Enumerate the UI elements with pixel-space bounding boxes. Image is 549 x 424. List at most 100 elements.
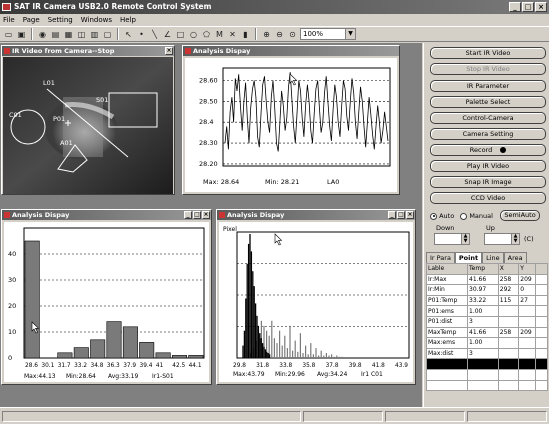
minimize-icon[interactable]: _	[388, 211, 396, 219]
zoom-in-icon[interactable]: ⊕	[261, 29, 272, 40]
spinner-arrows-icon[interactable]: ▲ ▼	[461, 234, 469, 244]
tab-line[interactable]: Line	[482, 252, 504, 263]
col-y[interactable]: Y	[518, 263, 536, 275]
record-button[interactable]: Record	[430, 144, 546, 156]
delete-tool-icon[interactable]: ✕	[227, 29, 238, 40]
snap-ir-image-button[interactable]: Snap IR Image	[430, 176, 546, 188]
menu-setting[interactable]: Setting	[48, 14, 73, 26]
snap-icon[interactable]: ◫	[76, 29, 87, 40]
camera-setting-button[interactable]: Camera Setting	[430, 128, 546, 140]
save-icon[interactable]: ▣	[16, 29, 27, 40]
histogram-bar	[24, 240, 40, 359]
table-row[interactable]	[425, 368, 549, 381]
up-spinner[interactable]: ▲ ▼	[484, 233, 520, 245]
down-spinner[interactable]: ▲ ▼	[434, 233, 470, 245]
ir-video-title-bar[interactable]: IR Video from Camera--Stop ×	[2, 46, 174, 56]
table-cell: 41.66	[467, 273, 499, 286]
rectangle-tool-icon[interactable]: □	[175, 29, 186, 40]
menu-help[interactable]: Help	[120, 14, 136, 26]
x-tick-label: 39.8	[349, 363, 362, 369]
minimize-button[interactable]: _	[509, 2, 521, 12]
tab-point[interactable]: Point	[454, 252, 483, 263]
spinner-arrows-icon[interactable]: ▲ ▼	[511, 234, 519, 244]
polygon-tool-icon[interactable]: ⬠	[201, 29, 212, 40]
table-cell: 30.97	[467, 284, 499, 296]
table-cell	[518, 305, 536, 317]
table-cell	[425, 379, 469, 392]
table-cell	[534, 273, 549, 286]
tab-ir-para[interactable]: Ir Para	[426, 252, 455, 263]
table-row[interactable]	[425, 358, 549, 370]
close-icon[interactable]: ×	[165, 47, 173, 55]
stop-ir-video-button[interactable]: Stop IR Video	[430, 63, 546, 75]
pointer-icon[interactable]: ↖	[123, 29, 134, 40]
semi-auto-button[interactable]: SemiAuto	[500, 210, 540, 221]
table-row[interactable]: Max:dist 3	[425, 347, 549, 360]
table-row[interactable]: Ir:Max 41.66 258 209	[425, 273, 549, 286]
polyline-tool-icon[interactable]: ∠	[162, 29, 173, 40]
table-cell: 3	[467, 315, 499, 328]
manual-radio[interactable]	[460, 212, 468, 220]
table-cell	[534, 368, 549, 381]
ir-image[interactable]: C01 L01 S01 P01 A01	[3, 57, 173, 194]
battery-icon[interactable]: ▮	[240, 29, 251, 40]
max-readout: Max:44.13	[24, 373, 56, 380]
close-icon[interactable]: ×	[406, 211, 414, 219]
table-row[interactable]: P01:ems 1.00	[425, 305, 549, 317]
analysis-pixel-window: Analysis Dispay _ □ × Pixel 29.8 31.8 33.8 3…	[216, 209, 416, 385]
zoom-out-icon[interactable]: ⊖	[274, 29, 285, 40]
ir-parameter-button[interactable]: IR Parameter	[430, 80, 546, 92]
zoom-select[interactable]: 100% ▼	[300, 28, 356, 40]
control-camera-button[interactable]: Control-Camera	[430, 112, 546, 124]
table-cell: 1.00	[467, 337, 499, 349]
menu-file[interactable]: File	[3, 14, 15, 26]
analysis-line-title-bar[interactable]: Analysis Dispay	[183, 46, 399, 56]
col-label[interactable]: Lable	[425, 263, 469, 275]
view-icon[interactable]: ▢	[102, 29, 113, 40]
col-temp[interactable]: Temp	[467, 263, 499, 275]
line-tool-icon[interactable]: ╲	[149, 29, 160, 40]
palette-icon[interactable]: ▥	[89, 29, 100, 40]
ccd-video-button[interactable]: CCD Video	[430, 192, 546, 204]
analysis-pixel-title-bar[interactable]: Analysis Dispay _ □ ×	[217, 210, 415, 220]
menu-windows[interactable]: Windows	[81, 14, 112, 26]
table-row[interactable]: P01:Temp 33.22 115 27	[425, 294, 549, 307]
record-icon[interactable]: ◉	[37, 29, 48, 40]
table-row[interactable]: MaxTemp 41.66 258 209	[425, 326, 549, 339]
point-tool-icon[interactable]: •	[136, 29, 147, 40]
maximize-icon[interactable]: □	[193, 211, 201, 219]
start-ir-video-button[interactable]: Start IR Video	[430, 47, 546, 59]
table-row[interactable]: Ir:Min 30.97 292 0	[425, 284, 549, 296]
table-row[interactable]	[425, 379, 549, 392]
minimize-icon[interactable]: _	[184, 211, 192, 219]
menu-page[interactable]: Page	[23, 14, 40, 26]
histogram-bar	[155, 352, 171, 359]
col-x[interactable]: X	[497, 263, 520, 275]
video-icon[interactable]: ▦	[63, 29, 74, 40]
auto-radio[interactable]	[430, 212, 437, 220]
table-cell	[534, 337, 549, 349]
table-row[interactable]: Max:ems 1.00	[425, 337, 549, 349]
maximize-button[interactable]: □	[522, 2, 534, 12]
tab-area[interactable]: Area	[503, 252, 527, 263]
circle-tool-icon[interactable]: ○	[188, 29, 199, 40]
table-cell	[518, 337, 536, 349]
new-file-icon[interactable]: ▭	[3, 29, 14, 40]
x-tick-label: 34.8	[91, 363, 104, 369]
zoom-fit-icon[interactable]: ⊙	[287, 29, 298, 40]
window-icon	[185, 48, 191, 54]
close-icon[interactable]: ×	[202, 211, 210, 219]
histogram-bar	[139, 342, 155, 359]
play-ir-video-button[interactable]: Play IR Video	[430, 160, 546, 172]
x-tick-label: 43.9	[395, 363, 408, 369]
table-row[interactable]: P01:dist 3	[425, 315, 549, 328]
maximize-icon[interactable]: □	[397, 211, 405, 219]
close-button[interactable]: ×	[535, 2, 547, 12]
palette-select-button[interactable]: Palette Select	[430, 96, 546, 108]
analysis-bar-title-bar[interactable]: Analysis Dispay _ □ ×	[2, 210, 211, 220]
table-cell	[534, 379, 549, 392]
image-icon[interactable]: ▤	[50, 29, 61, 40]
x-tick-label: 37.9	[123, 363, 136, 369]
chevron-down-icon[interactable]: ▼	[345, 29, 355, 39]
max-tool-icon[interactable]: M	[214, 29, 225, 40]
